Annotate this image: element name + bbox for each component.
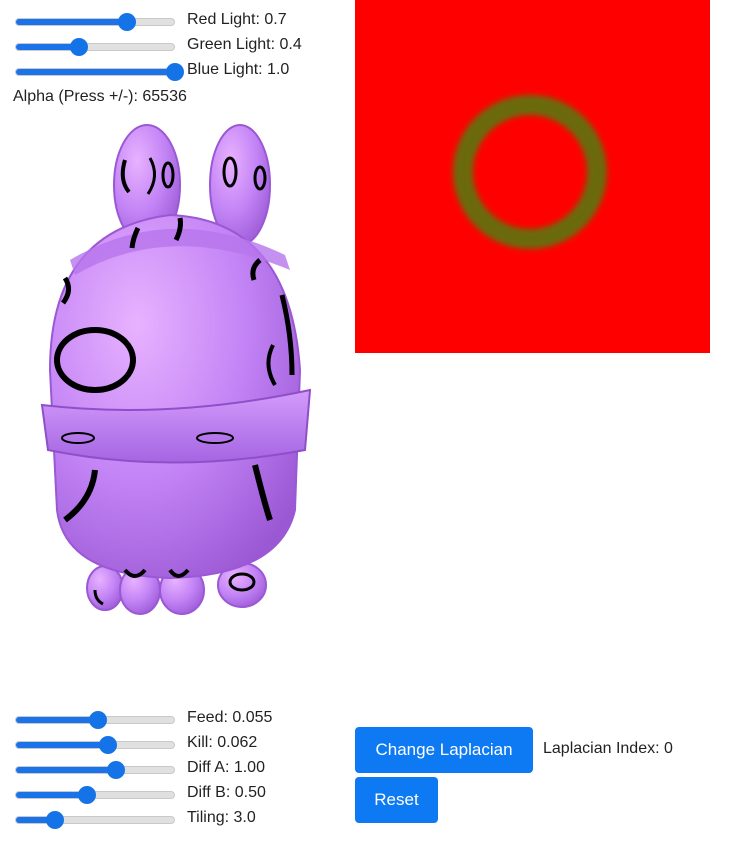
feed-label: Feed: 0.055	[187, 709, 273, 726]
blue-light-label: Blue Light: 1.0	[187, 61, 290, 78]
diff-b-slider[interactable]: Diff B: 0.50	[15, 783, 325, 805]
red-light-slider[interactable]: Red Light: 0.7	[15, 10, 325, 32]
diff-b-thumb[interactable]	[78, 786, 96, 804]
texture-canvas	[355, 0, 710, 353]
diff-a-track[interactable]	[15, 766, 175, 774]
blue-light-thumb[interactable]	[166, 63, 184, 81]
kill-track[interactable]	[15, 741, 175, 749]
diff-a-thumb[interactable]	[107, 761, 125, 779]
red-light-label: Red Light: 0.7	[187, 11, 287, 28]
feed-fill	[16, 717, 99, 723]
kill-slider[interactable]: Kill: 0.062	[15, 733, 325, 755]
tiling-slider[interactable]: Tiling: 3.0	[15, 808, 325, 830]
green-light-track[interactable]	[15, 43, 175, 51]
tiling-label: Tiling: 3.0	[187, 809, 256, 826]
tiling-thumb[interactable]	[46, 811, 64, 829]
red-light-thumb[interactable]	[118, 13, 136, 31]
green-light-slider[interactable]: Green Light: 0.4	[15, 35, 325, 57]
blue-light-track[interactable]	[15, 68, 175, 76]
bunny-body	[48, 213, 302, 580]
diff-a-slider[interactable]: Diff A: 1.00	[15, 758, 325, 780]
green-light-label: Green Light: 0.4	[187, 36, 302, 53]
feed-slider[interactable]: Feed: 0.055	[15, 708, 325, 730]
red-light-track[interactable]	[15, 18, 175, 26]
texture-ring-graphic	[453, 95, 607, 249]
green-light-thumb[interactable]	[70, 38, 88, 56]
feed-thumb[interactable]	[89, 711, 107, 729]
kill-fill	[16, 742, 109, 748]
reset-button[interactable]: Reset	[355, 777, 438, 823]
diff-b-label: Diff B: 0.50	[187, 784, 266, 801]
kill-label: Kill: 0.062	[187, 734, 258, 751]
kill-thumb[interactable]	[99, 736, 117, 754]
diff-a-label: Diff A: 1.00	[187, 759, 265, 776]
red-light-fill	[16, 19, 128, 25]
change-laplacian-button[interactable]: Change Laplacian	[355, 727, 533, 773]
diff-a-fill	[16, 767, 117, 773]
tiling-track[interactable]	[15, 816, 175, 824]
blue-light-fill	[16, 69, 174, 75]
texture-ring	[453, 95, 607, 249]
bunny-model[interactable]	[40, 124, 312, 615]
alpha-readout: Alpha (Press +/-): 65536	[13, 88, 187, 105]
laplacian-index-label: Laplacian Index: 0	[543, 740, 673, 757]
blue-light-slider[interactable]: Blue Light: 1.0	[15, 60, 325, 82]
foot-left	[86, 565, 124, 611]
model-viewport[interactable]	[20, 120, 320, 620]
